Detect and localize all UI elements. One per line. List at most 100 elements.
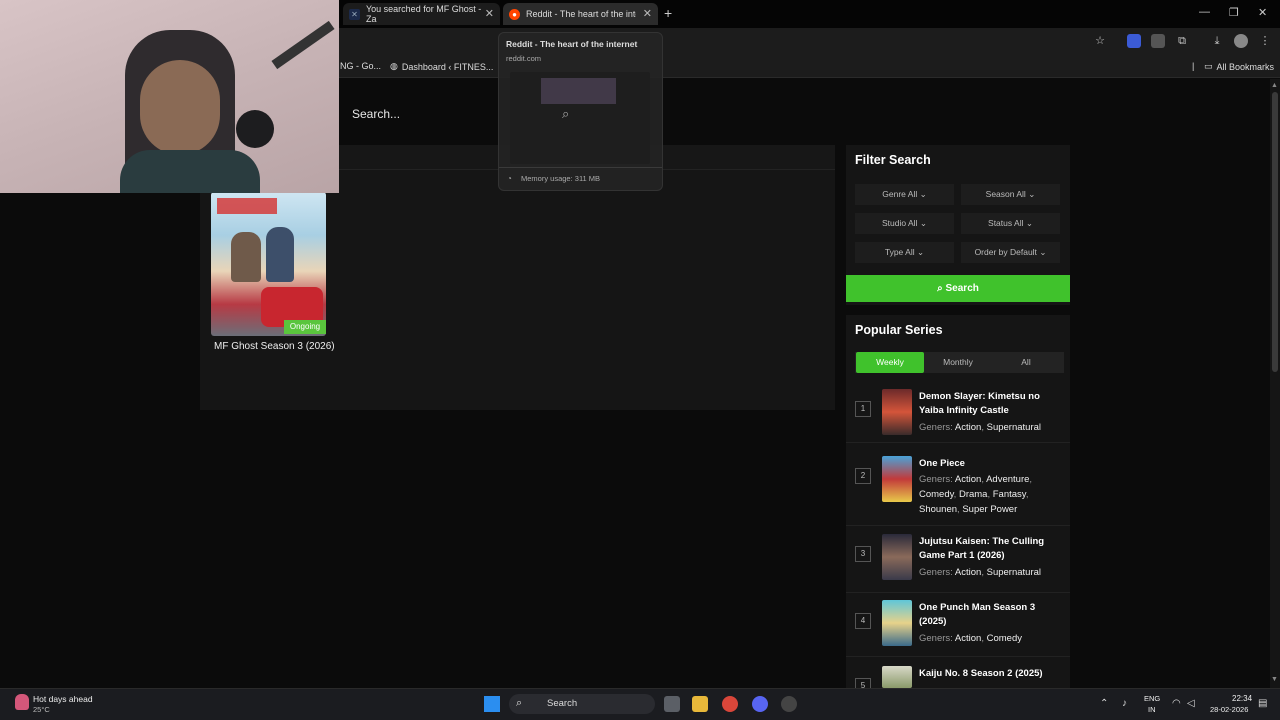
divider xyxy=(499,167,662,168)
season-filter-button[interactable]: Season All ⌄ xyxy=(961,184,1060,205)
studio-filter-button[interactable]: Studio All ⌄ xyxy=(855,213,954,234)
genre-link[interactable]: Fantasy xyxy=(993,489,1026,500)
series-title[interactable]: Kaiju No. 8 Season 2 (2025) xyxy=(919,667,1064,681)
tab-monthly[interactable]: Monthly xyxy=(924,352,992,373)
clock-time[interactable]: 22:34 xyxy=(1232,694,1252,703)
chevron-down-icon: ⌄ xyxy=(1028,189,1036,199)
profile-avatar-icon[interactable] xyxy=(1234,34,1248,48)
windows-start-icon[interactable] xyxy=(484,696,500,712)
chrome-icon[interactable] xyxy=(722,696,738,712)
task-view-icon[interactable] xyxy=(664,696,680,712)
bookmark-star-icon[interactable]: ☆ xyxy=(1093,34,1107,48)
scroll-down-icon[interactable]: ▼ xyxy=(1271,676,1278,683)
extension-icon[interactable] xyxy=(1127,34,1141,48)
order-filter-button[interactable]: Order by Default ⌄ xyxy=(961,242,1060,263)
rank-number: 4 xyxy=(855,613,871,629)
tab-close-icon[interactable]: ✕ xyxy=(643,7,652,20)
scroll-up-icon[interactable]: ▲ xyxy=(1271,82,1278,89)
genre-link[interactable]: Supernatural xyxy=(987,567,1041,578)
wifi-icon[interactable]: ◠ xyxy=(1172,698,1181,709)
series-thumbnail[interactable] xyxy=(882,666,912,688)
genre-filter-button[interactable]: Genre All ⌄ xyxy=(855,184,954,205)
chevron-down-icon: ⌄ xyxy=(919,218,927,228)
chevron-down-icon: ⌄ xyxy=(917,247,925,257)
series-thumbnail[interactable] xyxy=(882,534,912,580)
genre-link[interactable]: Supernatural xyxy=(987,422,1041,433)
tab-weekly[interactable]: Weekly xyxy=(856,352,924,373)
app-icon[interactable] xyxy=(781,696,797,712)
tab-all[interactable]: All xyxy=(992,352,1060,373)
clock-date[interactable]: 28-02-2026 xyxy=(1210,705,1248,714)
series-thumbnail[interactable] xyxy=(882,456,912,502)
genres-label: Geners: xyxy=(919,633,953,644)
genre-link[interactable]: Action xyxy=(955,474,981,485)
series-thumbnail[interactable] xyxy=(882,600,912,646)
filter-search-button[interactable]: ⌕ Search xyxy=(846,275,1070,302)
series-title[interactable]: One Punch Man Season 3 (2025) xyxy=(919,601,1064,629)
reddit-favicon-icon: ● xyxy=(509,8,520,20)
genre-link[interactable]: Action xyxy=(955,422,981,433)
taskbar-search-box[interactable]: Search xyxy=(509,694,655,714)
series-genres: Geners: Action, Comedy xyxy=(919,633,1022,644)
site-search-input[interactable]: Search... xyxy=(340,97,500,129)
genre-link[interactable]: Action xyxy=(955,633,981,644)
new-tab-icon[interactable]: + xyxy=(664,5,672,21)
chevron-down-icon: ⌄ xyxy=(919,189,927,199)
genre-link[interactable]: Adventure xyxy=(986,474,1029,485)
minimize-icon[interactable]: — xyxy=(1199,6,1210,18)
scrollbar-thumb[interactable] xyxy=(1272,92,1278,372)
tab-search-results[interactable]: ✕ You searched for MF Ghost - Za ✕ xyxy=(343,3,500,25)
puzzle-icon[interactable]: ⧉ xyxy=(1175,34,1189,48)
bookmark-label: Dashboard ‹ FITNES... xyxy=(401,61,494,72)
series-title[interactable]: Demon Slayer: Kimetsu no Yaiba Infinity … xyxy=(919,390,1064,418)
menu-kebab-icon[interactable]: ⋮ xyxy=(1258,34,1272,48)
genre-link[interactable]: Shounen xyxy=(919,504,957,515)
all-bookmarks[interactable]: ▭ All Bookmarks xyxy=(1204,61,1274,72)
series-title[interactable]: Jujutsu Kaisen: The Culling Game Part 1 … xyxy=(919,535,1064,563)
webcam-overlay-image xyxy=(0,0,339,193)
window-close-icon[interactable]: ✕ xyxy=(1258,6,1267,19)
genre-link[interactable]: Comedy xyxy=(987,633,1022,644)
genre-link[interactable]: Comedy xyxy=(919,489,954,500)
result-title-link[interactable]: MF Ghost Season 3 (2026) xyxy=(214,341,335,352)
tab-reddit[interactable]: ● Reddit - The heart of the intern ✕ xyxy=(503,3,658,25)
bookmark-item[interactable]: ◍ Dashboard ‹ FITNES... xyxy=(390,61,493,72)
search-icon: ⌕ xyxy=(516,697,523,709)
rank-number: 3 xyxy=(855,546,871,562)
microphone-icon[interactable]: ♪ xyxy=(1122,698,1127,709)
status-filter-button[interactable]: Status All ⌄ xyxy=(961,213,1060,234)
tab-close-icon[interactable]: ✕ xyxy=(485,7,494,20)
notification-icon[interactable]: ▤ xyxy=(1258,698,1267,709)
status-badge: Ongoing xyxy=(284,320,326,334)
download-icon[interactable]: ⤓ xyxy=(1210,34,1224,48)
series-thumbnail[interactable] xyxy=(882,389,912,435)
restore-icon[interactable]: ❐ xyxy=(1229,6,1239,19)
genre-link[interactable]: Action xyxy=(955,567,981,578)
type-filter-button[interactable]: Type All ⌄ xyxy=(855,242,954,263)
chevron-up-icon[interactable]: ⌃ xyxy=(1100,698,1108,709)
genre-link[interactable]: Drama xyxy=(959,489,988,500)
speaker-icon[interactable]: ◁ xyxy=(1187,698,1195,709)
folder-icon: ▭ xyxy=(1204,61,1213,71)
bookmark-item[interactable]: NG - Go... xyxy=(340,61,381,71)
discord-icon[interactable] xyxy=(752,696,768,712)
genres-label: Geners: xyxy=(919,567,953,578)
weather-title[interactable]: Hot days ahead xyxy=(33,694,93,704)
filter-label: Genre All xyxy=(882,189,918,199)
anime-poster-image[interactable] xyxy=(211,192,326,336)
filter-label: Order by Default xyxy=(974,247,1037,257)
series-title[interactable]: One Piece xyxy=(919,457,1064,471)
search-label: Search xyxy=(547,698,578,709)
series-genres: Geners: Action, Supernatural xyxy=(919,567,1042,578)
series-genres: Geners: Action, Adventure, Comedy, Drama… xyxy=(919,474,1033,515)
genre-link[interactable]: Super Power xyxy=(962,504,1017,515)
rank-number: 1 xyxy=(855,401,871,417)
weather-icon[interactable] xyxy=(15,694,29,710)
hover-card-memory: Memory usage: 311 MB xyxy=(521,174,601,183)
filter-label: Status All xyxy=(988,218,1024,228)
language-indicator[interactable]: ENG xyxy=(1144,694,1160,703)
bookmark-label: NG - Go... xyxy=(340,61,382,71)
extension-icon[interactable] xyxy=(1151,34,1165,48)
popular-title: Popular Series xyxy=(855,323,943,337)
file-explorer-icon[interactable] xyxy=(692,696,708,712)
